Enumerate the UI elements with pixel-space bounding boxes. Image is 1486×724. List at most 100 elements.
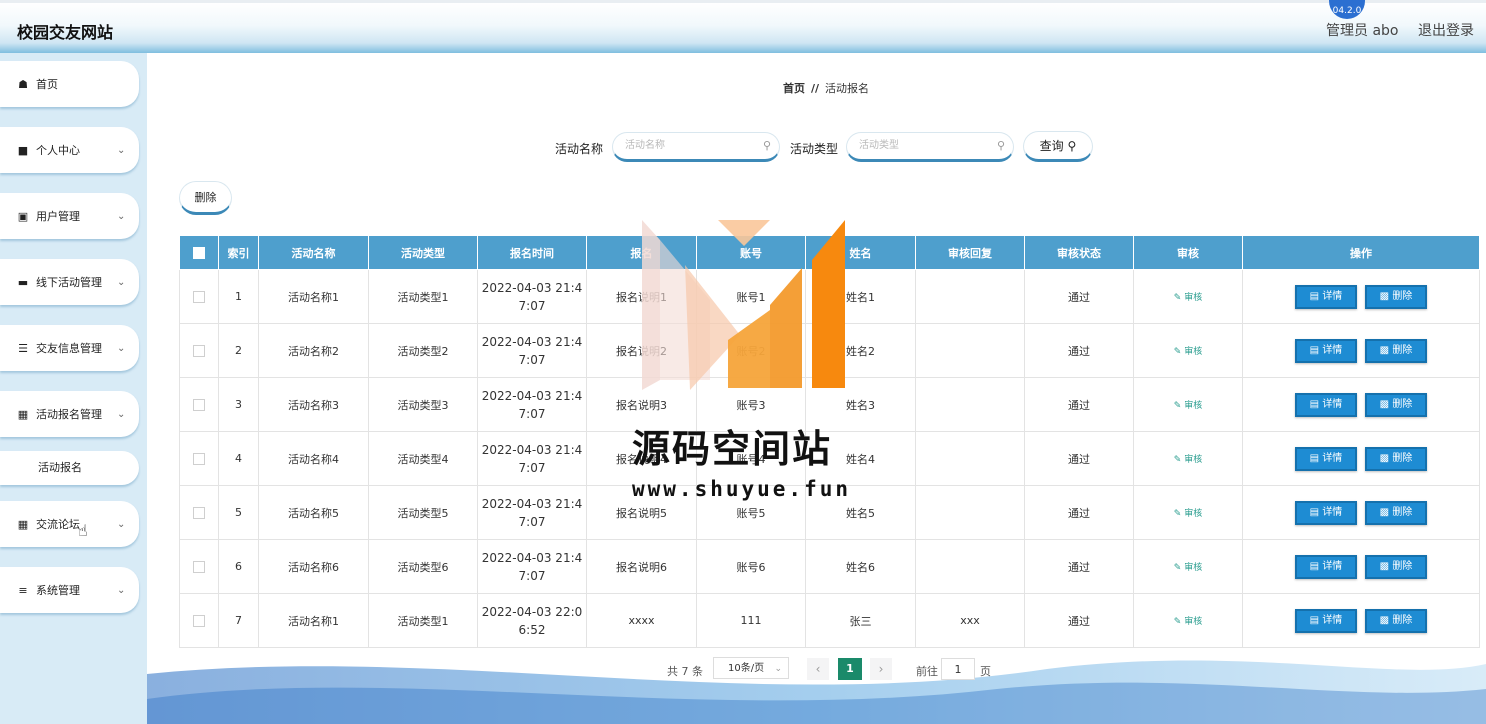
audit-link[interactable]: ✎ 审核 (1174, 563, 1202, 573)
cell-signup-desc: 报名说明2 (586, 323, 697, 378)
select-all-checkbox[interactable] (193, 247, 205, 259)
cell-audit-status: 通过 (1024, 323, 1134, 378)
audit-link[interactable]: ✎ 审核 (1174, 293, 1202, 303)
cell-index: 4 (218, 431, 259, 486)
breadcrumb-home[interactable]: 首页 (783, 82, 805, 95)
chevron-down-icon: ⌄ (117, 276, 126, 288)
sidebar-item-label: 交流论坛 (36, 518, 80, 531)
detail-button-label: 详情 (1322, 614, 1343, 626)
row-delete-button[interactable]: ▩ 删除 (1365, 554, 1427, 579)
signup-time-line2: 7:07 (518, 514, 546, 529)
audit-link[interactable]: ✎ 审核 (1174, 347, 1202, 357)
cell-audit-reply (915, 431, 1025, 486)
query-button[interactable]: 查询 ⚲ (1023, 131, 1093, 162)
logout-link[interactable]: 退出登录 (1418, 20, 1474, 40)
detail-button[interactable]: ▤ 详情 (1295, 500, 1357, 525)
cell-audit-reply (915, 539, 1025, 594)
signup-time-line1: 2022-04-03 21:4 (481, 442, 583, 457)
cell-activity-type: 活动类型5 (368, 485, 478, 540)
audit-link[interactable]: ✎ 审核 (1174, 617, 1202, 627)
row-delete-button-label: 删除 (1392, 398, 1413, 410)
sidebar-subitem-activity-signup[interactable]: 活动报名 (0, 451, 139, 485)
signup-time-line2: 7:07 (518, 352, 546, 367)
detail-button-label: 详情 (1322, 344, 1343, 356)
audit-link-label: 审核 (1184, 401, 1203, 411)
signup-time-line2: 7:07 (518, 298, 546, 313)
activity-type-input[interactable] (857, 139, 991, 152)
cell-audit-status: 通过 (1024, 431, 1134, 486)
col-audit: 审核 (1133, 235, 1243, 270)
cell-audit-status: 通过 (1024, 485, 1134, 540)
cell-audit: ✎ 审核 (1133, 377, 1243, 432)
sidebar-item-dating-info[interactable]: ☰ 交友信息管理 ⌄ (0, 325, 139, 371)
site-title: 校园交友网站 (17, 23, 114, 42)
page-size-select[interactable]: 10条/页 ⌄ (713, 657, 789, 679)
sidebar-item-forum[interactable]: ▦ 交流论坛 ⌄ (0, 501, 139, 547)
detail-button[interactable]: ▤ 详情 (1295, 392, 1357, 417)
row-checkbox[interactable] (193, 453, 205, 465)
audit-link[interactable]: ✎ 审核 (1174, 509, 1202, 519)
cell-audit-reply: xxx (915, 593, 1025, 648)
goto-page-input[interactable]: 1 (941, 658, 975, 680)
sidebar-item-offline-activity[interactable]: ▬ 线下活动管理 ⌄ (0, 259, 139, 305)
cell-activity-name: 活动名称2 (258, 323, 369, 378)
document-icon: ▤ (1309, 614, 1320, 626)
cell-activity-type: 活动类型4 (368, 431, 478, 486)
activity-name-input[interactable] (623, 139, 757, 152)
detail-button[interactable]: ▤ 详情 (1295, 446, 1357, 471)
row-delete-button[interactable]: ▩ 删除 (1365, 284, 1427, 309)
document-icon: ▤ (1309, 344, 1320, 356)
row-checkbox[interactable] (193, 507, 205, 519)
sidebar-item-personal-center[interactable]: ■ 个人中心 ⌄ (0, 127, 139, 173)
signup-time-line2: 7:07 (518, 568, 546, 583)
col-activity-name: 活动名称 (258, 235, 369, 270)
detail-button[interactable]: ▤ 详情 (1295, 554, 1357, 579)
col-signup-desc: 报名 (586, 235, 697, 270)
chevron-down-icon: ⌄ (117, 342, 126, 354)
row-checkbox[interactable] (193, 291, 205, 303)
cell-signup-desc: 报名说明1 (586, 269, 697, 324)
edit-icon: ✎ (1173, 509, 1182, 519)
cell-audit-reply (915, 377, 1025, 432)
edit-icon: ✎ (1173, 617, 1182, 627)
page-size-value: 10条/页 (728, 663, 765, 674)
sidebar-item-home[interactable]: ☗ 首页 (0, 61, 139, 107)
detail-button-label: 详情 (1322, 506, 1343, 518)
sidebar-item-user-management[interactable]: ▣ 用户管理 ⌄ (0, 193, 139, 239)
cell-audit: ✎ 审核 (1133, 485, 1243, 540)
row-delete-button-label: 删除 (1392, 506, 1413, 518)
row-delete-button[interactable]: ▩ 删除 (1365, 608, 1427, 633)
prev-page-button[interactable]: ‹ (807, 658, 829, 680)
row-delete-button[interactable]: ▩ 删除 (1365, 500, 1427, 525)
row-checkbox[interactable] (193, 399, 205, 411)
audit-link[interactable]: ✎ 审核 (1174, 455, 1202, 465)
cell-activity-type: 活动类型6 (368, 539, 478, 594)
next-page-button[interactable]: › (870, 658, 892, 680)
cell-actions: ▤ 详情 ▩ 删除 (1242, 377, 1480, 432)
detail-button-label: 详情 (1322, 452, 1343, 464)
table-row: 7 活动名称1 活动类型1 2022-04-03 22:0 6:52 xxxx 111 张三 x… (179, 593, 1480, 648)
signup-time-line2: 7:07 (518, 406, 546, 421)
row-select-cell (179, 431, 219, 486)
audit-link[interactable]: ✎ 审核 (1174, 401, 1202, 411)
row-checkbox[interactable] (193, 615, 205, 627)
search-icon: ⚲ (996, 139, 1005, 152)
detail-button[interactable]: ▤ 详情 (1295, 608, 1357, 633)
cell-actions: ▤ 详情 ▩ 删除 (1242, 269, 1480, 324)
sidebar-item-system-management[interactable]: ≡ 系统管理 ⌄ (0, 567, 139, 613)
audit-link-label: 审核 (1184, 293, 1203, 303)
current-page-button[interactable]: 1 (838, 658, 862, 680)
row-checkbox[interactable] (193, 561, 205, 573)
row-delete-button[interactable]: ▩ 删除 (1365, 446, 1427, 471)
row-checkbox[interactable] (193, 345, 205, 357)
sidebar-item-label: 线下活动管理 (36, 276, 102, 289)
detail-button[interactable]: ▤ 详情 (1295, 284, 1357, 309)
activity-type-label: 活动类型 (790, 142, 839, 156)
cell-activity-name: 活动名称6 (258, 539, 369, 594)
sidebar-item-activity-signup-management[interactable]: ▦ 活动报名管理 ⌄ (0, 391, 139, 437)
row-delete-button[interactable]: ▩ 删除 (1365, 392, 1427, 417)
trash-icon: ▩ (1379, 614, 1390, 626)
batch-delete-button[interactable]: 删除 (179, 181, 232, 215)
row-delete-button[interactable]: ▩ 删除 (1365, 338, 1427, 363)
detail-button[interactable]: ▤ 详情 (1295, 338, 1357, 363)
